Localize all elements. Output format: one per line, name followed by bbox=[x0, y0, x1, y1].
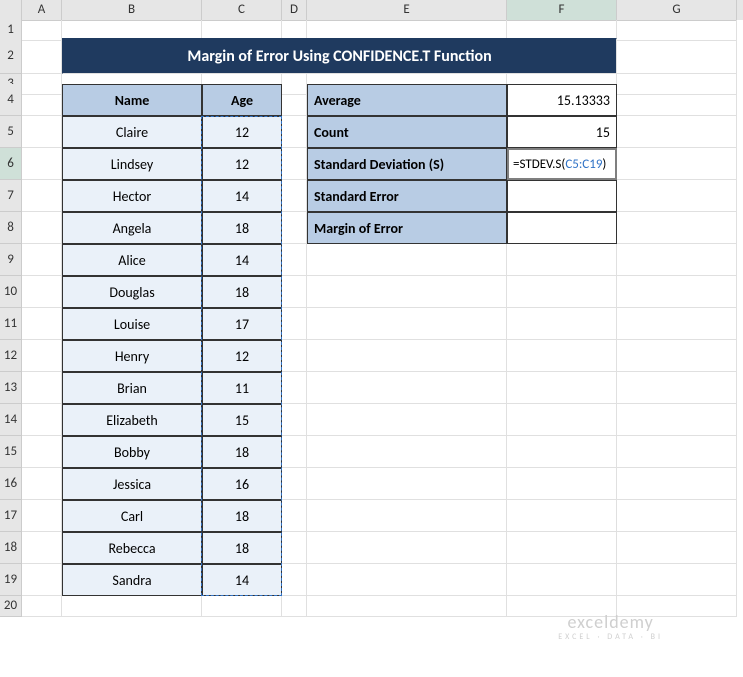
row-header[interactable]: 14 bbox=[0, 404, 22, 436]
row-header[interactable]: 6 bbox=[0, 148, 22, 180]
col-header-d[interactable]: D bbox=[282, 0, 307, 21]
row-header[interactable]: 20 bbox=[0, 596, 22, 617]
row-header[interactable]: 15 bbox=[0, 436, 22, 468]
age-cell[interactable]: 11 bbox=[202, 372, 282, 404]
formula-text: =STDEV.S(C5:C19) bbox=[513, 157, 606, 172]
row-header[interactable]: 18 bbox=[0, 532, 22, 564]
row-header[interactable]: 7 bbox=[0, 180, 22, 212]
col-header-a[interactable]: A bbox=[22, 0, 62, 21]
col-header-c[interactable]: C bbox=[202, 0, 282, 21]
row-header[interactable]: 2 bbox=[0, 38, 22, 74]
stat-value-average[interactable]: 15.13333 bbox=[507, 84, 617, 116]
watermark: exceldemy EXCEL · DATA · BI bbox=[558, 613, 663, 642]
age-cell[interactable]: 18 bbox=[202, 212, 282, 244]
name-cell[interactable]: Angela bbox=[62, 212, 202, 244]
col-header-e[interactable]: E bbox=[307, 0, 507, 21]
row-header[interactable]: 5 bbox=[0, 116, 22, 148]
col-header-g[interactable]: G bbox=[617, 0, 737, 21]
age-cell[interactable]: 18 bbox=[202, 500, 282, 532]
stat-label-moe: Margin of Error bbox=[307, 212, 507, 244]
spreadsheet-body: 1 2 Margin of Error Using CONFIDENCE.T F… bbox=[0, 20, 743, 614]
row-header[interactable]: 8 bbox=[0, 212, 22, 244]
stat-label-count: Count bbox=[307, 116, 507, 148]
page-title: Margin of Error Using CONFIDENCE.T Funct… bbox=[62, 38, 617, 74]
row-header[interactable]: 17 bbox=[0, 500, 22, 532]
select-all-corner[interactable] bbox=[0, 0, 22, 21]
watermark-sub: EXCEL · DATA · BI bbox=[558, 633, 663, 642]
stat-value-count[interactable]: 15 bbox=[507, 116, 617, 148]
stat-label-stddev: Standard Deviation (S) bbox=[307, 148, 507, 180]
stat-label-average: Average bbox=[307, 84, 507, 116]
name-cell[interactable]: Alice bbox=[62, 244, 202, 276]
name-cell[interactable]: Rebecca bbox=[62, 532, 202, 564]
row-header[interactable]: 16 bbox=[0, 468, 22, 500]
name-cell[interactable]: Bobby bbox=[62, 436, 202, 468]
age-cell[interactable]: 12 bbox=[202, 116, 282, 148]
stat-value-stderr[interactable] bbox=[507, 180, 617, 212]
name-cell[interactable]: Hector bbox=[62, 180, 202, 212]
age-cell[interactable]: 18 bbox=[202, 276, 282, 308]
formula-cell-stddev[interactable]: =STDEV.S(C5:C19) bbox=[507, 148, 617, 180]
age-cell[interactable]: 17 bbox=[202, 308, 282, 340]
row-header[interactable]: 19 bbox=[0, 564, 22, 596]
name-cell[interactable]: Lindsey bbox=[62, 148, 202, 180]
age-cell[interactable]: 16 bbox=[202, 468, 282, 500]
row-header[interactable]: 10 bbox=[0, 276, 22, 308]
age-cell[interactable]: 14 bbox=[202, 244, 282, 276]
name-cell[interactable]: Jessica bbox=[62, 468, 202, 500]
name-cell[interactable]: Douglas bbox=[62, 276, 202, 308]
age-cell[interactable]: 14 bbox=[202, 564, 282, 596]
name-cell[interactable]: Sandra bbox=[62, 564, 202, 596]
table-header-age: Age bbox=[202, 84, 282, 116]
row-header[interactable]: 12 bbox=[0, 340, 22, 372]
name-cell[interactable]: Elizabeth bbox=[62, 404, 202, 436]
age-cell[interactable]: 12 bbox=[202, 148, 282, 180]
table-header-name: Name bbox=[62, 84, 202, 116]
name-cell[interactable]: Brian bbox=[62, 372, 202, 404]
age-cell[interactable]: 18 bbox=[202, 436, 282, 468]
stat-value-moe[interactable] bbox=[507, 212, 617, 244]
age-cell[interactable]: 18 bbox=[202, 532, 282, 564]
age-cell[interactable]: 15 bbox=[202, 404, 282, 436]
row-header[interactable]: 4 bbox=[0, 84, 22, 116]
name-cell[interactable]: Louise bbox=[62, 308, 202, 340]
watermark-main: exceldemy bbox=[567, 611, 653, 633]
name-cell[interactable]: Carl bbox=[62, 500, 202, 532]
col-header-f[interactable]: F bbox=[507, 0, 617, 21]
stat-label-stderr: Standard Error bbox=[307, 180, 507, 212]
row-header[interactable]: 9 bbox=[0, 244, 22, 276]
row-header[interactable]: 13 bbox=[0, 372, 22, 404]
name-cell[interactable]: Henry bbox=[62, 340, 202, 372]
age-cell[interactable]: 12 bbox=[202, 340, 282, 372]
col-header-b[interactable]: B bbox=[62, 0, 202, 21]
row-header[interactable]: 11 bbox=[0, 308, 22, 340]
column-headers: A B C D E F G bbox=[0, 0, 743, 20]
age-cell[interactable]: 14 bbox=[202, 180, 282, 212]
name-cell[interactable]: Claire bbox=[62, 116, 202, 148]
